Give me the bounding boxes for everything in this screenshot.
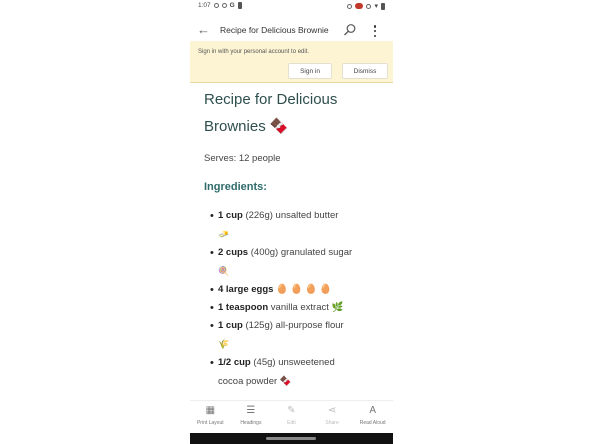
circle-icon (366, 3, 372, 9)
nav-label: Headings (240, 420, 262, 426)
ingredient-text: (45g) unsweetened (250, 357, 335, 368)
list-item: 1 teaspoon vanilla extract 🌿 (210, 299, 389, 317)
nav-label: Print Layout (196, 420, 224, 426)
sign-in-button[interactable]: Sign in (288, 63, 332, 79)
gesture-navigation-bar (190, 433, 393, 444)
recipe-title: Recipe for Delicious Brownies 🍫 (204, 86, 389, 140)
battery-icon (237, 2, 242, 9)
wifi-icon: ▾ (374, 3, 378, 10)
ingredients-list: 1 cup (226g) unsalted butter 🧈 2 cups (4… (204, 207, 389, 391)
phone-screen: 1:07 G ▾ ← Recipe for Delicious Brownie … (190, 0, 393, 444)
ingredient-qty: 4 large eggs (218, 284, 274, 295)
record-icon (355, 3, 364, 9)
ingredient-text: (226g) unsalted butter (242, 210, 339, 221)
share-icon: ⋖ (327, 404, 337, 416)
read-aloud-button[interactable]: A Read Aloud (354, 401, 392, 434)
edit-pencil-icon: ✎ (287, 404, 296, 416)
nav-label: Edit (287, 420, 296, 426)
status-bar: 1:07 G ▾ (190, 0, 393, 12)
more-options-icon[interactable] (373, 25, 377, 37)
status-time: 1:07 (198, 2, 211, 9)
ingredient-qty: 1/2 cup (218, 357, 251, 368)
document-content: Recipe for Delicious Brownies 🍫 Serves: … (204, 84, 389, 391)
list-item: 2 cups (400g) granulated sugar (210, 244, 389, 262)
sign-in-banner: Sign in with your personal account to ed… (190, 41, 393, 83)
print-layout-icon: ▦ (205, 404, 216, 416)
headings-icon: ☰ (246, 404, 256, 416)
ingredient-emoji: 🌾 (218, 339, 230, 349)
headings-button[interactable]: ☰ Headings (232, 401, 270, 434)
ingredient-qty: 1 teaspoon (218, 302, 269, 313)
document-title: Recipe for Delicious Brownie (220, 25, 329, 35)
list-item: 1 cup (125g) all-purpose flour (210, 317, 389, 335)
list-item: 1/2 cup (45g) unsweetened (210, 354, 389, 372)
ingredients-heading: Ingredients: (204, 181, 267, 193)
ingredient-emoji: 🍭 (218, 266, 230, 276)
search-icon[interactable] (343, 23, 357, 37)
bottom-toolbar: ▦ Print Layout ☰ Headings ✎ Edit ⋖ Share… (190, 400, 393, 434)
back-arrow-icon[interactable]: ← (197, 22, 210, 37)
status-right: ▾ (347, 2, 385, 10)
list-item: 4 large eggs 🥚 🥚 🥚 🥚 (210, 281, 389, 299)
ingredient-qty: 1 cup (218, 210, 243, 221)
nav-label: Share (325, 420, 339, 426)
circle-icon (347, 3, 353, 9)
read-aloud-icon: A (369, 404, 376, 416)
edit-button[interactable]: ✎ Edit (272, 401, 310, 434)
print-layout-button[interactable]: ▦ Print Layout (191, 401, 229, 434)
ingredient-qty: 1 cup (218, 320, 243, 331)
circle-icon (213, 3, 219, 8)
status-left: 1:07 G (198, 2, 242, 9)
battery-icon (381, 2, 385, 10)
list-item: 1 cup (226g) unsalted butter (210, 207, 389, 225)
banner-message: Sign in with your personal account to ed… (198, 49, 310, 55)
home-gesture-handle[interactable] (266, 437, 316, 440)
ingredient-continuation: cocoa powder 🍫 (218, 376, 292, 387)
ingredient-qty: 2 cups (218, 247, 249, 258)
recipe-title-line-2: Brownies 🍫 (204, 118, 289, 135)
google-icon: G (229, 2, 235, 9)
ingredient-text: vanilla extract 🌿 (268, 302, 344, 313)
nav-label: Read Aloud (359, 420, 386, 426)
ingredient-emoji: 🧈 (218, 229, 230, 239)
ingredient-text: (125g) all-purpose flour (242, 320, 344, 331)
serves-text: Serves: 12 people (204, 153, 281, 164)
ingredient-text: (400g) granulated sugar (248, 247, 353, 258)
recipe-title-line-1: Recipe for Delicious (204, 91, 338, 108)
app-bar: ← Recipe for Delicious Brownie (190, 16, 393, 44)
circle-icon (221, 3, 227, 8)
dismiss-button[interactable]: Dismiss (342, 63, 388, 79)
share-button[interactable]: ⋖ Share (313, 401, 351, 434)
ingredient-text: 🥚 🥚 🥚 🥚 (273, 284, 332, 295)
